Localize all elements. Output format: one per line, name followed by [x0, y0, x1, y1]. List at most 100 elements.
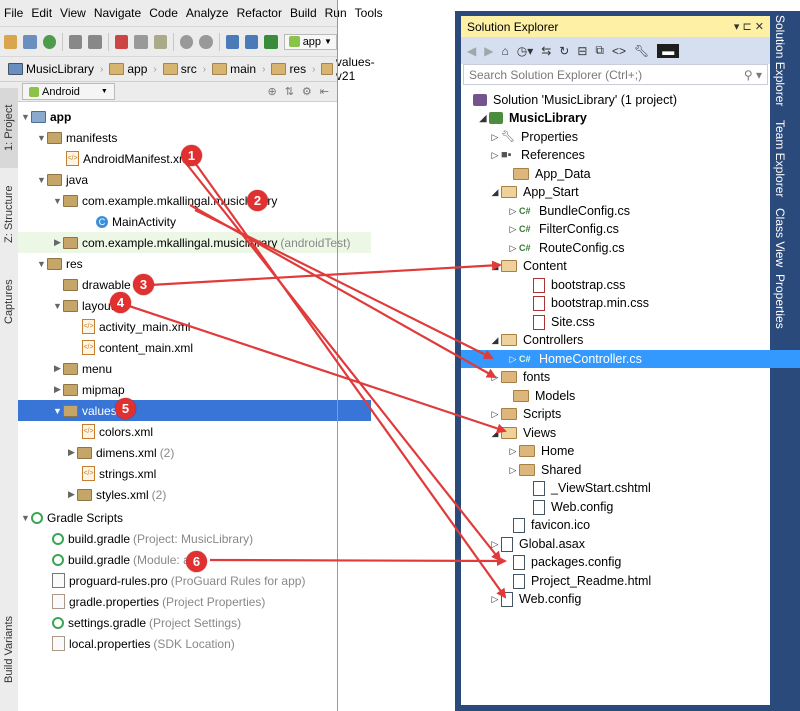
tree-item-project-readme[interactable]: Project_Readme.html: [461, 572, 800, 590]
tree-item-menu[interactable]: ▶ menu: [18, 358, 371, 379]
tree-item-res[interactable]: ▼ res: [18, 253, 355, 274]
tree-item-fonts[interactable]: ▷ fonts: [461, 368, 798, 386]
expand-arrow-icon[interactable]: ▶: [52, 384, 63, 395]
redo-icon[interactable]: [88, 34, 102, 49]
expand-arrow-icon[interactable]: ◢: [489, 335, 501, 346]
tree-item-packages-config[interactable]: packages.config: [461, 553, 800, 571]
hide-panel-icon[interactable]: ⇤: [320, 85, 329, 98]
tree-item-views[interactable]: ◢ Views: [461, 424, 798, 442]
tree-item-app-data[interactable]: App_Data: [461, 165, 800, 183]
run-config-dropdown[interactable]: app ▼: [283, 33, 337, 50]
pin-icon[interactable]: ▬: [657, 43, 680, 58]
tree-item-java[interactable]: ▼ java: [18, 169, 355, 190]
tree-item-properties[interactable]: ▷ 🔧︎ Properties: [461, 128, 798, 146]
tree-item-mipmap[interactable]: ▶ mipmap: [18, 379, 371, 400]
show-all-files-icon[interactable]: ⧉: [595, 43, 604, 58]
tree-item-global-asax[interactable]: ▷ Global.asax: [461, 535, 798, 553]
sync-icon[interactable]: [42, 34, 57, 49]
tab-structure[interactable]: Z: Structure: [0, 174, 18, 254]
expand-arrow-icon[interactable]: ▶: [52, 237, 63, 248]
tab-captures[interactable]: Captures: [0, 272, 18, 332]
tree-item-content[interactable]: ◢ Content: [461, 257, 798, 275]
breadcrumb-item[interactable]: src: [159, 60, 201, 78]
tree-item-site-css[interactable]: Site.css: [461, 313, 800, 331]
menu-view[interactable]: View: [56, 6, 90, 20]
expand-arrow-icon[interactable]: ▼: [36, 133, 47, 143]
tree-item-controllers[interactable]: ◢ Controllers: [461, 331, 798, 349]
tab-build-variants[interactable]: Build Variants: [0, 602, 18, 697]
undo-icon[interactable]: [69, 34, 83, 49]
tab-project[interactable]: 1: Project: [0, 88, 18, 168]
menu-navigate[interactable]: Navigate: [90, 6, 145, 20]
tree-item-colors[interactable]: </> colors.xml: [18, 421, 401, 442]
open-folder-icon[interactable]: [4, 34, 18, 49]
tree-item-strings[interactable]: </> strings.xml: [18, 463, 401, 484]
breadcrumb-item[interactable]: values-v21: [317, 53, 382, 85]
expand-arrow-icon[interactable]: ▷: [507, 224, 519, 235]
tree-item-favicon[interactable]: favicon.ico: [461, 516, 800, 534]
tree-item-webconfig[interactable]: ▷ Web.config: [461, 590, 798, 608]
expand-arrow-icon[interactable]: ◢: [489, 187, 501, 198]
collapse-all-icon[interactable]: ⇅: [285, 85, 294, 98]
breadcrumb-item[interactable]: app: [105, 60, 151, 78]
tree-item-package-test[interactable]: ▶ com.example.mkallingal.musiclibrary (and…: [18, 232, 371, 253]
tree-item-activity-main[interactable]: </> activity_main.xml: [18, 316, 401, 337]
settings-gear-icon[interactable]: ⚙: [302, 85, 312, 98]
save-icon[interactable]: [23, 34, 37, 49]
menu-refactor[interactable]: Refactor: [233, 6, 286, 20]
expand-arrow-icon[interactable]: ▼: [36, 259, 47, 269]
tree-item-local-properties[interactable]: local.properties (SDK Location): [18, 633, 371, 654]
tree-item-content-main[interactable]: </> content_main.xml: [18, 337, 401, 358]
breadcrumb-item[interactable]: MusicLibrary: [4, 60, 98, 78]
tree-item-bootstrap-min-css[interactable]: bootstrap.min.css: [461, 294, 800, 312]
tree-item-gradle-scripts[interactable]: ▼ Gradle Scripts: [18, 507, 339, 528]
breadcrumb-item[interactable]: main: [208, 60, 260, 78]
tree-item-references[interactable]: ▷ ■▪ References: [461, 146, 798, 164]
tree-item-settings-gradle[interactable]: settings.gradle (Project Settings): [18, 612, 371, 633]
menu-run[interactable]: Run: [321, 6, 351, 20]
expand-arrow-icon[interactable]: ▼: [20, 112, 31, 122]
expand-arrow-icon[interactable]: ▼: [52, 196, 63, 206]
tree-item-layout[interactable]: ▼ layout: [18, 295, 371, 316]
tree-item-styles[interactable]: ▶ styles.xml (2): [18, 484, 385, 505]
sync-scroll-icon[interactable]: ⊕: [267, 85, 276, 98]
sync-icon[interactable]: ⇆: [541, 44, 551, 58]
tree-item-dimens[interactable]: ▶ dimens.xml (2): [18, 442, 385, 463]
tree-item-views-webconfig[interactable]: Web.config: [461, 498, 800, 516]
expand-arrow-icon[interactable]: ▷: [489, 409, 501, 420]
expand-arrow-icon[interactable]: ▷: [507, 206, 519, 217]
tree-item-values[interactable]: ▼ values: [18, 400, 371, 421]
expand-arrow-icon[interactable]: ▶: [52, 363, 63, 374]
tree-item-homecontroller[interactable]: ▷ C# HomeController.cs: [461, 350, 800, 368]
tree-item-scripts[interactable]: ▷ Scripts: [461, 405, 798, 423]
find-icon[interactable]: [179, 34, 194, 49]
expand-arrow-icon[interactable]: ▷: [489, 150, 501, 161]
tree-item-drawable[interactable]: drawable: [18, 274, 371, 295]
tree-item-bundleconfig[interactable]: ▷ C# BundleConfig.cs: [461, 202, 800, 220]
expand-arrow-icon[interactable]: ▼: [52, 301, 63, 311]
back-icon[interactable]: ◀: [467, 44, 476, 58]
menu-edit[interactable]: Edit: [27, 6, 56, 20]
expand-arrow-icon[interactable]: ▼: [20, 513, 31, 523]
tree-item-gradle-properties[interactable]: gradle.properties (Project Properties): [18, 591, 371, 612]
expand-arrow-icon[interactable]: ▷: [507, 354, 519, 365]
menu-file[interactable]: File: [0, 6, 27, 20]
make-project-icon[interactable]: [264, 34, 278, 49]
expand-arrow-icon[interactable]: ◢: [477, 113, 489, 124]
collapse-icon[interactable]: ⊟: [577, 44, 587, 58]
expand-arrow-icon[interactable]: ▷: [489, 539, 501, 550]
cut-icon[interactable]: [114, 34, 129, 49]
tree-item-viewstart[interactable]: _ViewStart.cshtml: [461, 479, 800, 497]
tree-item-home[interactable]: ▷ Home: [461, 442, 800, 460]
expand-arrow-icon[interactable]: ▷: [507, 243, 519, 254]
forward-icon[interactable]: [244, 34, 259, 49]
history-icon[interactable]: ◷▾: [517, 44, 534, 58]
tree-item-app-start[interactable]: ◢ App_Start: [461, 183, 798, 201]
tree-item-shared[interactable]: ▷ Shared: [461, 461, 800, 479]
expand-arrow-icon[interactable]: ▷: [489, 372, 501, 383]
forward-icon[interactable]: ▶: [484, 44, 493, 58]
expand-arrow-icon[interactable]: ▼: [52, 406, 63, 416]
search-input[interactable]: Search Solution Explorer (Ctrl+;) ⚲ ▾: [463, 64, 768, 85]
tree-item-app[interactable]: ▼ app: [18, 106, 339, 127]
tree-item-solution[interactable]: Solution 'MusicLibrary' (1 project): [461, 91, 782, 109]
